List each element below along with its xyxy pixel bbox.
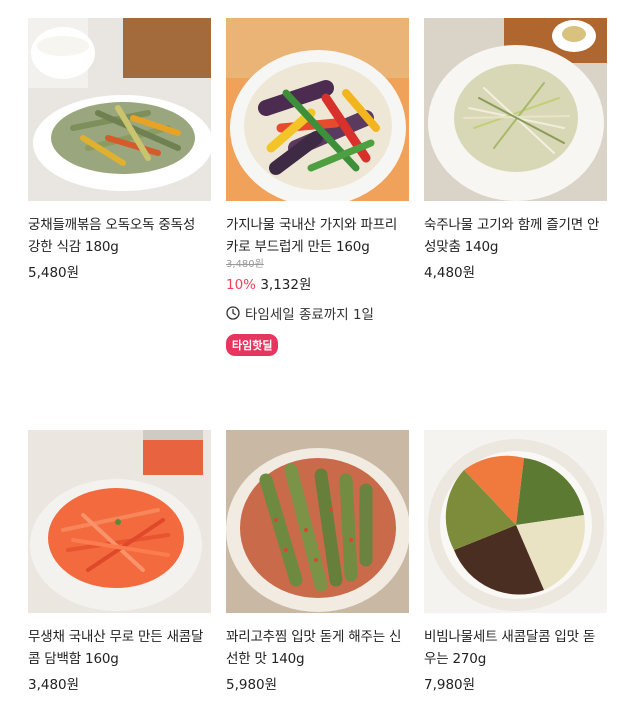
product-card[interactable]: 궁채들깨볶음 오독오독 중독성 강한 식감 180g 5,480원 bbox=[28, 18, 211, 281]
timer-text: 타임세일 종료까지 1일 bbox=[245, 307, 374, 323]
timehotdeal-badge: 타임핫딜 bbox=[226, 334, 279, 356]
product-price: 5,980원 bbox=[226, 677, 278, 693]
product-card[interactable]: 무생채 국내산 무로 만든 새콤달콤 담백함 160g 3,480원 bbox=[28, 430, 211, 693]
product-card[interactable]: 가지나물 국내산 가지와 파프리카로 부드럽게 만든 160g 3,480원 1… bbox=[226, 18, 409, 356]
discount-row: 10% 3,132원 bbox=[226, 273, 409, 293]
product-card[interactable]: 비빔나물세트 새콤달콤 입맛 돋우는 270g 7,980원 bbox=[424, 430, 607, 693]
product-name[interactable]: 비빔나물세트 새콤달콤 입맛 돋우는 270g bbox=[424, 626, 607, 670]
clock-icon bbox=[226, 306, 240, 320]
product-image-musaengchae[interactable] bbox=[28, 430, 211, 613]
product-image-gungchae[interactable] bbox=[28, 18, 211, 201]
discount-rate: 10% bbox=[226, 277, 257, 293]
product-price: 7,980원 bbox=[424, 677, 476, 693]
original-price: 3,480원 bbox=[226, 259, 264, 270]
product-name[interactable]: 꽈리고추찜 입맛 돋게 해주는 신선한 맛 140g bbox=[226, 626, 409, 670]
product-card[interactable]: 숙주나물 고기와 함께 즐기면 안성맞춤 140g 4,480원 bbox=[424, 18, 607, 281]
product-name[interactable]: 궁채들깨볶음 오독오독 중독성 강한 식감 180g bbox=[28, 214, 211, 258]
product-price: 3,132원 bbox=[260, 277, 312, 293]
product-image-gaji[interactable] bbox=[226, 18, 409, 201]
product-price: 3,480원 bbox=[28, 677, 80, 693]
product-price: 5,480원 bbox=[28, 265, 80, 281]
product-image-kkwarigochu[interactable] bbox=[226, 430, 409, 613]
product-image-sukju[interactable] bbox=[424, 18, 607, 201]
product-price: 4,480원 bbox=[424, 265, 476, 281]
product-name[interactable]: 무생채 국내산 무로 만든 새콤달콤 담백함 160g bbox=[28, 626, 211, 670]
product-card[interactable]: 꽈리고추찜 입맛 돋게 해주는 신선한 맛 140g 5,980원 bbox=[226, 430, 409, 693]
product-name[interactable]: 가지나물 국내산 가지와 파프리카로 부드럽게 만든 160g bbox=[226, 214, 409, 258]
product-image-bibimnamul[interactable] bbox=[424, 430, 607, 613]
product-name[interactable]: 숙주나물 고기와 함께 즐기면 안성맞춤 140g bbox=[424, 214, 607, 258]
timesale-timer: 타임세일 종료까지 1일 bbox=[226, 303, 409, 323]
